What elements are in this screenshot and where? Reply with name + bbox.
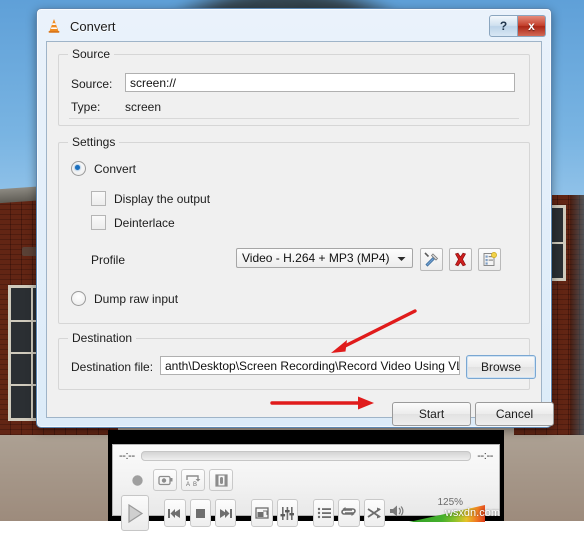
repeat-button[interactable]	[338, 499, 360, 527]
start-button[interactable]: Start	[392, 402, 471, 426]
stop-button[interactable]	[189, 499, 211, 527]
seek-slider[interactable]	[140, 451, 472, 461]
snapshot-button[interactable]	[153, 469, 177, 491]
speaker-icon[interactable]	[389, 504, 405, 521]
source-group-title: Source	[68, 47, 115, 61]
help-button[interactable]: ?	[489, 15, 518, 37]
ab-loop-button[interactable]: A B	[181, 469, 205, 491]
next-button[interactable]	[214, 499, 237, 527]
dialog-title: Convert	[70, 18, 116, 34]
dump-raw-label: Dump raw input	[94, 291, 179, 306]
profile-new-button[interactable]	[478, 248, 501, 271]
vlc-player-window: --:-- --:-- A B 125% wsxdn.com	[108, 430, 504, 531]
deinterlace-label: Deinterlace	[114, 215, 175, 230]
frame-by-frame-button[interactable]	[209, 469, 233, 491]
time-elapsed-label: --:--	[119, 450, 135, 462]
deinterlace-row[interactable]: Deinterlace	[91, 215, 175, 230]
display-output-label: Display the output	[114, 191, 211, 206]
convert-radio-label: Convert	[94, 161, 137, 176]
close-button[interactable]: x	[518, 15, 546, 37]
dialog-body: Source Source: screen:// Type: screen Se…	[46, 41, 554, 426]
playlist-button[interactable]	[312, 499, 335, 527]
play-button[interactable]	[121, 495, 150, 531]
main-buttons-row: 125%	[113, 493, 499, 533]
previous-button[interactable]	[164, 499, 186, 527]
window-buttons: ? x	[489, 15, 546, 37]
chevron-down-icon	[393, 251, 410, 265]
destination-file-label: Destination file:	[71, 360, 154, 374]
display-output-checkbox[interactable]	[91, 191, 106, 206]
equalizer-button[interactable]	[276, 499, 298, 527]
video-surface	[108, 430, 504, 444]
convert-radio[interactable]	[71, 161, 86, 176]
cancel-button[interactable]: Cancel	[475, 402, 554, 426]
extended-buttons-row: A B	[113, 467, 499, 493]
vlc-cone-icon	[46, 18, 62, 34]
source-group: Source Source: screen:// Type: screen	[58, 47, 530, 126]
vlc-control-bar: --:-- --:-- A B 125%	[112, 444, 500, 531]
convert-radio-row[interactable]: Convert	[71, 161, 136, 176]
type-value: screen	[125, 100, 162, 114]
dialog-titlebar[interactable]: Convert ? x	[40, 12, 548, 40]
shuffle-button[interactable]	[363, 499, 386, 527]
destination-group: Destination Destination file: anth\Deskt…	[58, 331, 536, 390]
type-label: Type:	[71, 100, 101, 114]
display-output-row[interactable]: Display the output	[91, 191, 210, 206]
profile-value: Video - H.264 + MP3 (MP4)	[242, 251, 390, 265]
svg-text:B: B	[193, 482, 197, 487]
convert-dialog: Convert ? x Source Source: screen:// Typ…	[36, 8, 554, 428]
profile-label: Profile	[91, 253, 126, 267]
time-total-label: --:--	[477, 450, 493, 462]
dump-raw-row[interactable]: Dump raw input	[71, 291, 178, 306]
profile-edit-button[interactable]	[420, 248, 443, 271]
seek-row: --:-- --:--	[113, 445, 499, 467]
source-input[interactable]: screen://	[125, 73, 515, 92]
destination-file-input[interactable]: anth\Desktop\Screen Recording\Record Vid…	[160, 356, 460, 375]
browse-button[interactable]: Browse	[466, 355, 536, 379]
dump-raw-radio[interactable]	[71, 291, 86, 306]
profile-select[interactable]: Video - H.264 + MP3 (MP4)	[236, 248, 413, 268]
source-label: Source:	[71, 77, 113, 91]
deinterlace-checkbox[interactable]	[91, 215, 106, 230]
watermark-label: wsxdn.com	[444, 507, 500, 519]
settings-group: Settings Convert Display the output Dein…	[58, 135, 530, 324]
profile-delete-button[interactable]	[449, 248, 472, 271]
fullscreen-button[interactable]	[251, 499, 273, 527]
settings-group-title: Settings	[68, 135, 120, 149]
record-button[interactable]	[125, 469, 149, 491]
svg-text:A: A	[186, 482, 190, 487]
destination-group-title: Destination	[68, 331, 137, 345]
